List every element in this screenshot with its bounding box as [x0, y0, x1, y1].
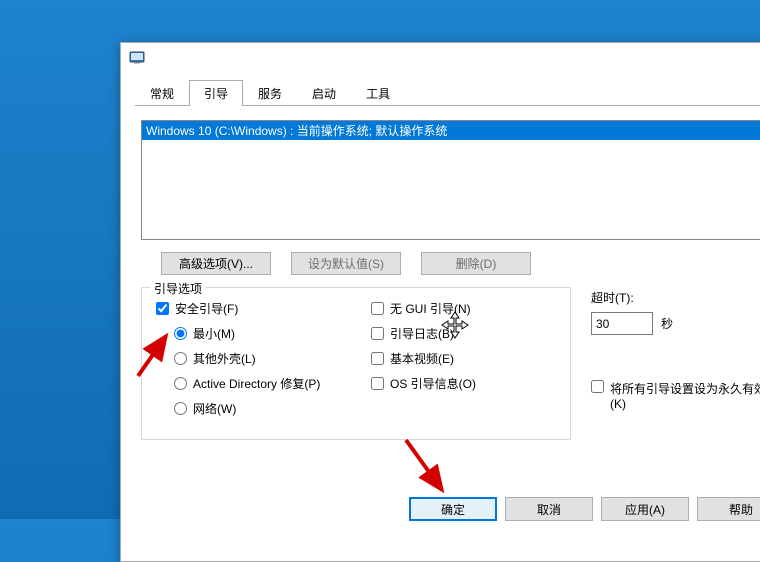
bootlog-label: 引导日志(B) — [390, 325, 454, 342]
adrepair-radio[interactable] — [174, 377, 187, 390]
dialog-content: 常规 引导 服务 启动 工具 Windows 10 (C:\Windows) :… — [121, 71, 760, 440]
nogui-checkbox[interactable] — [371, 302, 384, 315]
tab-services[interactable]: 服务 — [243, 80, 297, 106]
apply-button[interactable]: 应用(A) — [601, 497, 689, 521]
set-default-button: 设为默认值(S) — [291, 252, 401, 275]
basevideo-checkbox[interactable] — [371, 352, 384, 365]
permanent-checkbox[interactable] — [591, 380, 604, 393]
tab-boot[interactable]: 引导 — [189, 80, 243, 106]
dialog-footer: 确定 取消 应用(A) 帮助 — [409, 497, 760, 521]
tab-startup[interactable]: 启动 — [297, 80, 351, 106]
help-button[interactable]: 帮助 — [697, 497, 760, 521]
tab-general[interactable]: 常规 — [135, 80, 189, 106]
delete-button: 删除(D) — [421, 252, 531, 275]
boot-listbox[interactable]: Windows 10 (C:\Windows) : 当前操作系统; 默认操作系统 — [141, 120, 760, 240]
timeout-input[interactable] — [591, 312, 653, 335]
timeout-label: 超时(T): — [591, 289, 760, 306]
app-icon — [129, 49, 145, 65]
basevideo-label: 基本视频(E) — [390, 350, 454, 367]
osbootinfo-checkbox[interactable] — [371, 377, 384, 390]
button-row: 高级选项(V)... 设为默认值(S) 删除(D) — [141, 252, 760, 275]
network-label: 网络(W) — [193, 400, 236, 417]
boot-panel: Windows 10 (C:\Windows) : 当前操作系统; 默认操作系统… — [135, 106, 760, 440]
bootlog-checkbox[interactable] — [371, 327, 384, 340]
altshell-radio[interactable] — [174, 352, 187, 365]
boot-options-group: 引导选项 安全引导(F) 最小(M) 其他外壳(L) — [141, 287, 571, 440]
altshell-label: 其他外壳(L) — [193, 350, 256, 367]
tabbar: 常规 引导 服务 启动 工具 — [135, 79, 760, 106]
tab-tools[interactable]: 工具 — [351, 80, 405, 106]
titlebar — [121, 43, 760, 71]
minimal-label: 最小(M) — [193, 325, 235, 342]
advanced-button[interactable]: 高级选项(V)... — [161, 252, 271, 275]
timeout-unit: 秒 — [661, 315, 673, 332]
adrepair-label: Active Directory 修复(P) — [193, 375, 320, 392]
safeboot-checkbox[interactable] — [156, 302, 169, 315]
boot-options-legend: 引导选项 — [150, 280, 206, 297]
msconfig-window: 常规 引导 服务 启动 工具 Windows 10 (C:\Windows) :… — [120, 42, 760, 562]
nogui-label: 无 GUI 引导(N) — [390, 300, 471, 317]
osbootinfo-label: OS 引导信息(O) — [390, 375, 476, 392]
safeboot-label: 安全引导(F) — [175, 300, 238, 317]
permanent-label-2: (K) — [610, 397, 760, 411]
permanent-label: 将所有引导设置设为永久有效 — [610, 380, 760, 397]
ok-button[interactable]: 确定 — [409, 497, 497, 521]
minimal-radio[interactable] — [174, 327, 187, 340]
network-radio[interactable] — [174, 402, 187, 415]
options-row: 引导选项 安全引导(F) 最小(M) 其他外壳(L) — [141, 287, 760, 440]
boot-entry[interactable]: Windows 10 (C:\Windows) : 当前操作系统; 默认操作系统 — [142, 121, 760, 140]
right-column: 超时(T): 秒 将所有引导设置设为永久有效 (K) — [571, 287, 760, 440]
cancel-button[interactable]: 取消 — [505, 497, 593, 521]
